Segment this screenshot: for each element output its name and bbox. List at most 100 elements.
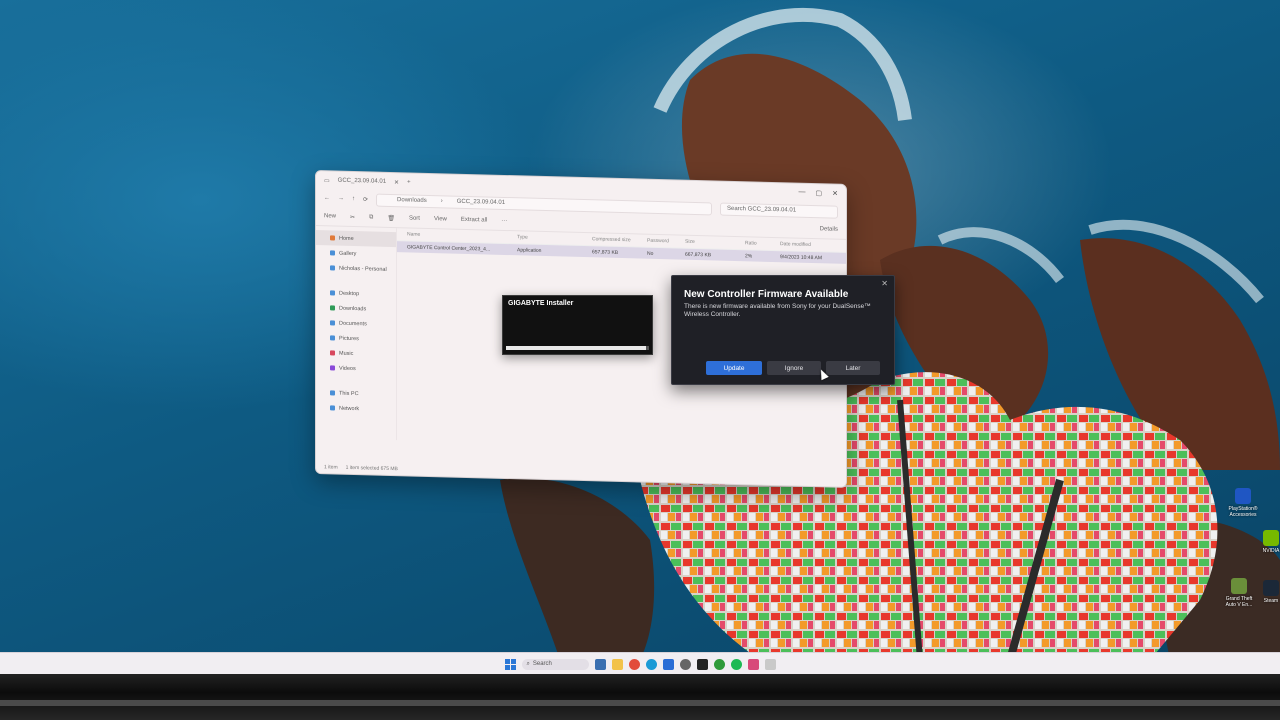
- search-input[interactable]: Search GCC_23.09.04.01: [720, 202, 838, 219]
- status-selection: 1 item selected 675 MB: [345, 464, 398, 473]
- nav-label: Gallery: [339, 250, 357, 257]
- column-header-ratio[interactable]: Ratio: [745, 240, 780, 247]
- navigation-pane: Home Gallery Nicholas - Personal Desktop…: [316, 226, 397, 441]
- column-header-password[interactable]: Password: [647, 238, 685, 245]
- breadcrumb-folder[interactable]: GCC_23.09.04.01: [457, 199, 505, 206]
- dialog-message: There is new firmware available from Son…: [684, 303, 871, 318]
- nav-label: Music: [339, 350, 354, 357]
- file-compressed-size: 657,873 KB: [592, 248, 619, 256]
- widgets-icon[interactable]: [594, 658, 606, 670]
- installer-progress-bar: [506, 346, 649, 350]
- desktop-icon-nvidia[interactable]: NVIDIA: [1254, 530, 1280, 554]
- nav-label: Network: [339, 405, 360, 412]
- file-explorer-icon[interactable]: [611, 658, 623, 670]
- gallery-icon: [330, 250, 335, 256]
- nav-item-network[interactable]: Network: [316, 400, 396, 417]
- trash-icon[interactable]: 🗑: [387, 214, 395, 221]
- steam-icon: [1263, 580, 1279, 596]
- dialog-title: New Controller Firmware Available: [684, 289, 849, 300]
- desktop-icon: [330, 290, 335, 296]
- refresh-icon[interactable]: ⟳: [363, 196, 368, 203]
- photos-icon[interactable]: [747, 658, 759, 670]
- documents-icon: [330, 320, 335, 326]
- later-button[interactable]: Later: [826, 361, 880, 375]
- gigabyte-icon[interactable]: [764, 658, 776, 670]
- new-tab-icon[interactable]: +: [407, 179, 411, 185]
- nav-label: Downloads: [339, 305, 367, 312]
- pc-icon: [330, 390, 335, 396]
- terminal-icon[interactable]: [696, 658, 708, 670]
- minimize-icon[interactable]: —: [799, 189, 806, 197]
- file-ratio: 2%: [745, 252, 753, 259]
- firmware-update-dialog[interactable]: ✕ New Controller Firmware Available Ther…: [671, 275, 895, 385]
- column-header-name[interactable]: Name: [407, 231, 517, 240]
- home-icon: [330, 235, 335, 241]
- folder-icon: ▭: [324, 177, 330, 184]
- back-arrow-icon[interactable]: ←: [324, 195, 330, 201]
- column-header-compressed-size[interactable]: Compressed size: [592, 236, 647, 243]
- column-header-date[interactable]: Date modified: [780, 241, 840, 249]
- extract-all-button[interactable]: Extract all: [461, 217, 487, 224]
- column-header-type[interactable]: Type: [517, 234, 592, 242]
- spotify-icon[interactable]: [730, 658, 742, 670]
- chrome-icon[interactable]: [628, 658, 640, 670]
- desktop-icon-steam[interactable]: Steam: [1254, 580, 1280, 604]
- gta-icon: [1231, 578, 1247, 594]
- new-button[interactable]: New: [324, 213, 336, 219]
- taskbar-search[interactable]: ⌕ Search: [521, 658, 589, 670]
- xbox-icon[interactable]: [713, 658, 725, 670]
- pictures-icon: [330, 335, 335, 341]
- details-button[interactable]: Details: [820, 226, 838, 232]
- nav-label: Documents: [339, 320, 367, 327]
- settings-icon[interactable]: [679, 658, 691, 670]
- view-button[interactable]: View: [434, 216, 447, 222]
- desktop-icon-playstation-accessories[interactable]: PlayStation® Accessories: [1226, 488, 1260, 518]
- start-button[interactable]: [504, 658, 516, 670]
- file-type: Application: [517, 246, 542, 254]
- nav-label: This PC: [339, 390, 359, 397]
- status-item-count: 1 item: [324, 464, 338, 471]
- taskbar-search-label: Search: [532, 661, 552, 667]
- desktop-icon-gta-v[interactable]: Grand Theft Auto V En...: [1222, 578, 1256, 608]
- close-icon[interactable]: ✕: [881, 279, 888, 288]
- breadcrumb-downloads[interactable]: Downloads: [397, 197, 427, 204]
- forward-arrow-icon[interactable]: →: [338, 196, 344, 202]
- up-arrow-icon[interactable]: ↑: [352, 196, 355, 202]
- file-size: 667,873 KB: [685, 251, 712, 258]
- edge-icon[interactable]: [645, 658, 657, 670]
- window-controls: — ▢ ✕: [799, 189, 839, 198]
- file-date: 9/4/2023 10:48 AM: [780, 253, 822, 261]
- ignore-button[interactable]: Ignore: [767, 361, 821, 375]
- nav-label: Nicholas - Personal: [339, 265, 387, 273]
- taskbar: ⌕ Search: [0, 652, 1280, 675]
- monitor-bezel: [0, 674, 1280, 720]
- network-icon: [330, 405, 335, 411]
- download-icon: [330, 305, 335, 311]
- nav-label: Pictures: [339, 335, 359, 342]
- explorer-tab-title[interactable]: GCC_23.09.04.01: [338, 178, 386, 185]
- copy-icon[interactable]: ⧉: [369, 214, 373, 221]
- update-button[interactable]: Update: [706, 361, 762, 375]
- nav-label: Videos: [339, 365, 356, 372]
- breadcrumb-separator-icon: ›: [440, 198, 443, 205]
- column-header-size[interactable]: Size: [685, 239, 745, 247]
- tab-close-icon[interactable]: ✕: [394, 179, 399, 186]
- videos-icon: [330, 365, 335, 371]
- maximize-icon[interactable]: ▢: [816, 189, 823, 197]
- close-icon[interactable]: ✕: [832, 190, 838, 198]
- more-options-icon[interactable]: ···: [501, 218, 507, 224]
- nav-label: Home: [339, 235, 354, 242]
- monitor-stand-edge: [0, 700, 1280, 706]
- sort-button[interactable]: Sort: [409, 215, 420, 221]
- gigabyte-installer-window[interactable]: GIGABYTE Installer: [502, 295, 653, 355]
- search-icon: ⌕: [526, 660, 530, 667]
- store-icon[interactable]: [662, 658, 674, 670]
- file-name: GIGABYTE Control Center_2023_4...: [407, 243, 491, 253]
- nav-label: Desktop: [339, 290, 360, 297]
- installer-title: GIGABYTE Installer: [508, 300, 574, 307]
- search-placeholder: Search GCC_23.09.04.01: [727, 205, 797, 214]
- cut-icon[interactable]: ✂: [350, 213, 355, 220]
- playstation-icon: [1235, 488, 1251, 504]
- windows-logo-icon: [504, 658, 510, 664]
- file-password: No: [647, 250, 654, 257]
